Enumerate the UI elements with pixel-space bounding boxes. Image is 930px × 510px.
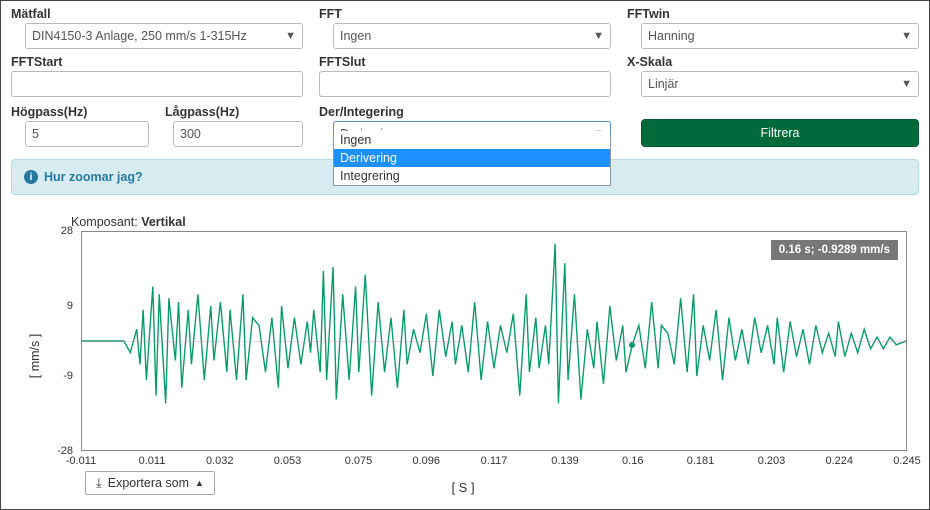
chart-tooltip: 0.16 s; -0.9289 mm/s bbox=[771, 240, 898, 260]
xskala-label: X-Skala bbox=[627, 55, 919, 69]
derint-dropdown: Ingen Derivering Integrering bbox=[333, 131, 611, 186]
component-value: Vertikal bbox=[141, 215, 185, 229]
caret-down-icon: ▼ bbox=[901, 78, 912, 90]
fftslut-input[interactable] bbox=[319, 71, 611, 97]
hogpass-input[interactable]: 5 bbox=[25, 121, 149, 147]
fftslut-label: FFTSlut bbox=[319, 55, 611, 69]
component-label: Komposant: bbox=[71, 215, 141, 229]
fft-value: Ingen bbox=[340, 29, 371, 43]
alert-text: Hur zoomar jag? bbox=[44, 170, 143, 184]
y-axis-ticks: -28-9928 bbox=[43, 231, 77, 451]
cursor-dot bbox=[629, 342, 635, 348]
info-icon: i bbox=[24, 170, 38, 184]
y-axis-label: [ mm/s ] bbox=[28, 334, 42, 378]
matfall-label: Mätfall bbox=[11, 7, 303, 21]
fft-label: FFT bbox=[319, 7, 611, 21]
derint-label: Der/Integering bbox=[319, 105, 611, 119]
hogpass-value: 5 bbox=[32, 127, 39, 141]
download-icon: ⤓ bbox=[96, 475, 102, 491]
plot-box[interactable]: 0.16 s; -0.9289 mm/s bbox=[81, 231, 907, 451]
export-label: Exportera som bbox=[108, 476, 189, 490]
lagpass-input[interactable]: 300 bbox=[173, 121, 303, 147]
fftwin-select[interactable]: Hanning ▼ bbox=[641, 23, 919, 49]
xskala-value: Linjär bbox=[648, 77, 679, 91]
fftwin-label: FFTwin bbox=[627, 7, 919, 21]
matfall-select[interactable]: DIN4150-3 Anlage, 250 mm/s 1-315Hz ▼ bbox=[25, 23, 303, 49]
xskala-select[interactable]: Linjär ▼ bbox=[641, 71, 919, 97]
export-button[interactable]: ⤓ Exportera som ▲ bbox=[85, 471, 215, 495]
x-axis-ticks: -0.0110.0110.0320.0530.0750.0960.1170.13… bbox=[81, 455, 907, 471]
x-axis-label: [ S ] bbox=[451, 480, 474, 495]
derint-option-ingen[interactable]: Ingen bbox=[334, 131, 610, 149]
lagpass-value: 300 bbox=[180, 127, 201, 141]
hogpass-label: Högpass(Hz) bbox=[11, 105, 149, 119]
component-line: Komposant: Vertikal bbox=[71, 215, 919, 229]
chart-area: [ mm/s ] -28-9928 0.16 s; -0.9289 mm/s -… bbox=[17, 231, 909, 481]
derint-option-integrering[interactable]: Integrering bbox=[334, 167, 610, 185]
lagpass-label: Lågpass(Hz) bbox=[165, 105, 303, 119]
caret-down-icon: ▼ bbox=[593, 30, 604, 42]
caret-down-icon: ▼ bbox=[285, 30, 296, 42]
matfall-value: DIN4150-3 Anlage, 250 mm/s 1-315Hz bbox=[32, 29, 247, 43]
fftwin-value: Hanning bbox=[648, 29, 695, 43]
filter-button[interactable]: Filtrera bbox=[641, 119, 919, 147]
caret-up-icon: ▲ bbox=[195, 478, 204, 488]
caret-down-icon: ▼ bbox=[901, 30, 912, 42]
derint-option-derivering[interactable]: Derivering bbox=[334, 149, 610, 167]
fft-select[interactable]: Ingen ▼ bbox=[333, 23, 611, 49]
fftstart-label: FFTStart bbox=[11, 55, 303, 69]
zero-line bbox=[82, 341, 906, 342]
fftstart-input[interactable] bbox=[11, 71, 303, 97]
filter-button-label: Filtrera bbox=[761, 126, 800, 140]
